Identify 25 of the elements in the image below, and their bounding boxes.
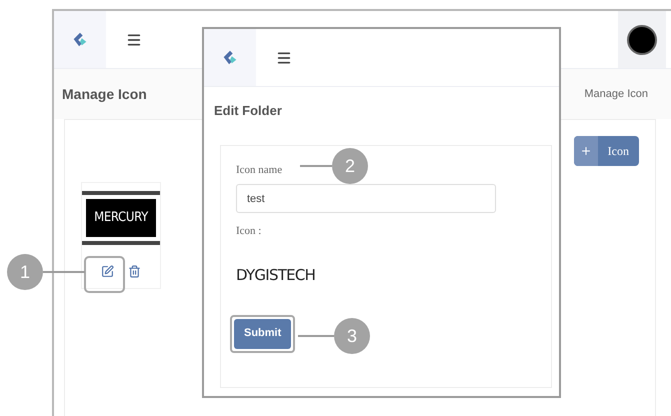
submit-button[interactable]: Submit	[234, 318, 292, 348]
leader-line	[43, 271, 85, 273]
field-label: Icon :	[236, 224, 262, 239]
logo-cell[interactable]	[54, 11, 106, 68]
window-title: Edit Folder	[214, 102, 283, 120]
highlight-frame	[84, 256, 125, 293]
avatar[interactable]	[627, 24, 657, 54]
breadcrumb[interactable]: Manage Icon	[584, 86, 648, 102]
logo-cell[interactable]	[204, 29, 256, 86]
plus-icon	[580, 145, 592, 157]
menu-icon[interactable]	[276, 50, 292, 66]
icon-logo: MERCURY	[86, 199, 156, 237]
field-label: Icon name	[236, 162, 282, 178]
add-icon-button[interactable]: Icon	[574, 136, 639, 166]
logo-icon	[71, 30, 89, 48]
leader-line	[300, 165, 332, 167]
callout-badge: 1	[7, 254, 43, 290]
menu-icon[interactable]	[126, 32, 142, 48]
icon-logo: DYGISTECH	[236, 268, 316, 282]
input-field[interactable]: test	[236, 184, 496, 213]
page-title: Manage Icon	[62, 84, 147, 104]
logo-icon	[221, 48, 239, 66]
delete-icon[interactable]	[128, 265, 141, 278]
leader-line	[298, 335, 334, 337]
edit-icon[interactable]	[101, 265, 114, 278]
